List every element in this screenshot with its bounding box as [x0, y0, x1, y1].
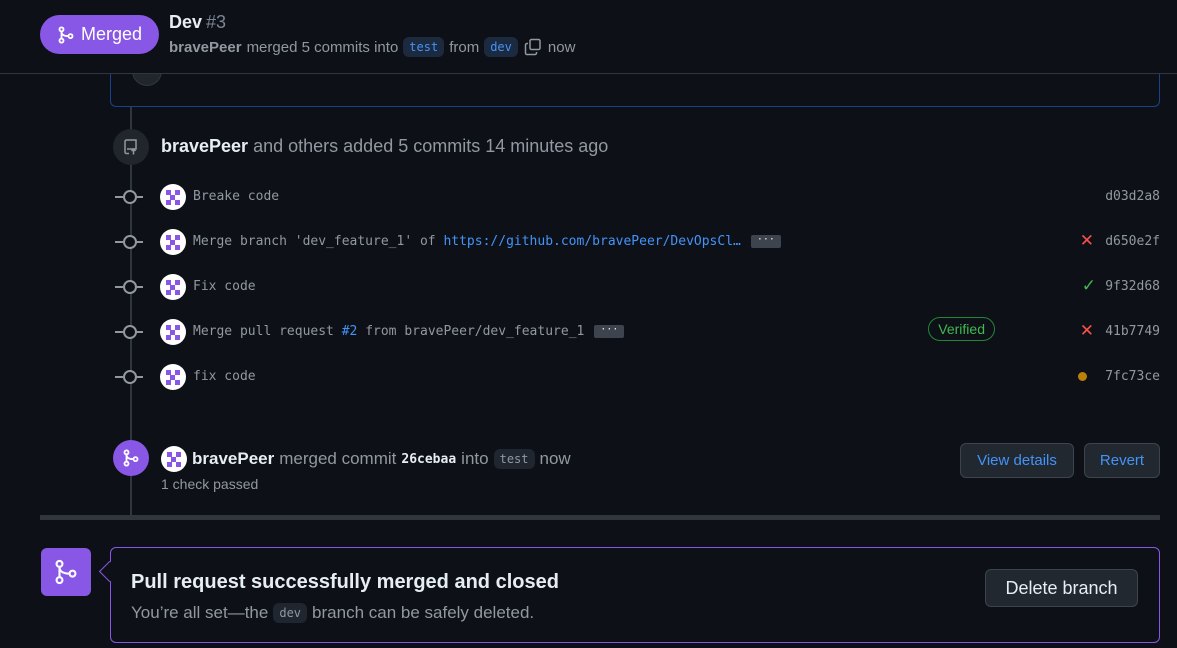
commit-message[interactable]: Breake code [193, 189, 279, 204]
copy-icon[interactable] [523, 37, 543, 57]
merge-status-subtitle: You’re all set—the dev branch can be saf… [131, 603, 534, 623]
avatar[interactable] [160, 184, 186, 210]
git-merge-icon [41, 548, 91, 596]
avatar[interactable] [160, 319, 186, 345]
merge-event-label: merged commit [279, 449, 397, 468]
from-text: from [449, 38, 480, 56]
git-merge-icon [58, 25, 74, 44]
expand-message-button[interactable]: ··· [750, 235, 781, 248]
git-commit-icon [115, 370, 143, 384]
merge-event-text: bravePeer merged commit 26cebaa into tes… [161, 446, 571, 472]
commit-message[interactable]: Merge pull request #2 from bravePeer/dev… [193, 324, 625, 339]
x-icon[interactable]: ✕ [1080, 321, 1094, 341]
avatar[interactable] [160, 364, 186, 390]
base-branch-label[interactable]: test [403, 37, 445, 57]
git-commit-icon [115, 190, 143, 204]
commit-sha[interactable]: d650e2f [1105, 234, 1160, 249]
head-branch-label[interactable]: dev [484, 37, 518, 57]
merge-sub-post: branch can be safely deleted. [312, 603, 535, 622]
commit-message[interactable]: Fix code [193, 279, 256, 294]
merge-author-link[interactable]: bravePeer [192, 449, 274, 469]
git-commit-icon [115, 235, 143, 249]
checks-status[interactable]: 1 check passed [161, 476, 258, 492]
deletable-branch-label[interactable]: dev [273, 603, 308, 623]
verified-badge[interactable]: Verified [928, 317, 995, 341]
added-text: and others added 5 commits 14 minutes ag… [253, 136, 609, 156]
delete-branch-button[interactable]: Delete branch [985, 569, 1138, 607]
expand-message-button[interactable]: ··· [594, 325, 625, 338]
merge-into-text: into [461, 449, 489, 468]
pr-time: now [547, 38, 576, 56]
pr-meta: bravePeer merged 5 commits into test fro… [169, 37, 575, 57]
git-commit-icon [115, 325, 143, 339]
commit-row: Merge pull request #2 from bravePeer/dev… [110, 317, 1160, 347]
pr-title-text: Dev [169, 12, 203, 32]
pr-author-link[interactable]: bravePeer [169, 39, 242, 56]
commit-link[interactable]: https://github.com/bravePeer/DevOpsCl… [443, 234, 740, 249]
pr-header: Merged Dev #3 bravePeer merged 5 commits … [0, 0, 1177, 74]
commit-sha[interactable]: 7fc73ce [1105, 369, 1160, 384]
view-details-button[interactable]: View details [960, 443, 1074, 478]
git-commit-icon [115, 280, 143, 294]
git-merge-event-icon [113, 440, 149, 476]
commit-row: Merge branch 'dev_feature_1' of https://… [110, 227, 1160, 257]
commit-sha[interactable]: 41b7749 [1105, 324, 1160, 339]
merge-sub-pre: You’re all set—the [131, 603, 269, 622]
commit-message[interactable]: fix code [193, 369, 256, 384]
commit-message-text[interactable]: fix code [193, 369, 256, 384]
commit-row: Fix code ✓ 9f32d68 [110, 272, 1160, 302]
check-icon[interactable]: ✓ [1082, 276, 1096, 296]
pr-link[interactable]: #2 [342, 324, 358, 339]
added-author-link[interactable]: bravePeer [161, 136, 248, 156]
commit-sha[interactable]: d03d2a8 [1105, 189, 1160, 204]
commit-message-text[interactable]: Breake code [193, 189, 279, 204]
commit-row: Breake code d03d2a8 [110, 182, 1160, 212]
merge-time: now [539, 449, 571, 468]
merged-state-badge: Merged [40, 15, 159, 54]
timeline-divider [40, 515, 1160, 520]
pr-number: #3 [206, 12, 227, 32]
commit-message-text[interactable]: from bravePeer/dev_feature_1 [357, 324, 584, 339]
x-icon[interactable]: ✕ [1080, 231, 1094, 251]
pr-merge-text: merged 5 commits into [246, 38, 399, 56]
merge-target-branch[interactable]: test [493, 449, 535, 469]
commit-message-text[interactable]: Merge branch 'dev_feature_1' of [193, 234, 443, 249]
commits-added-text: bravePeer and others added 5 commits 14 … [161, 136, 608, 157]
revert-button[interactable]: Revert [1084, 443, 1160, 478]
repo-push-icon [113, 129, 149, 165]
commit-message-text[interactable]: Fix code [193, 279, 256, 294]
avatar[interactable] [160, 274, 186, 300]
commit-row: fix code 7fc73ce [110, 362, 1160, 392]
merge-status-box: Pull request successfully merged and clo… [110, 547, 1160, 643]
merge-status-title: Pull request successfully merged and clo… [131, 571, 559, 593]
commit-sha[interactable]: 9f32d68 [1105, 279, 1160, 294]
state-label: Merged [80, 24, 143, 44]
merge-commit-sha[interactable]: 26cebaa [401, 452, 456, 467]
pending-dot-icon[interactable] [1078, 372, 1087, 381]
commit-message-text[interactable]: Merge pull request [193, 324, 342, 339]
commit-message[interactable]: Merge branch 'dev_feature_1' of https://… [193, 234, 781, 249]
avatar[interactable] [161, 446, 187, 472]
avatar[interactable] [160, 229, 186, 255]
page-title: Dev #3 [169, 12, 226, 33]
